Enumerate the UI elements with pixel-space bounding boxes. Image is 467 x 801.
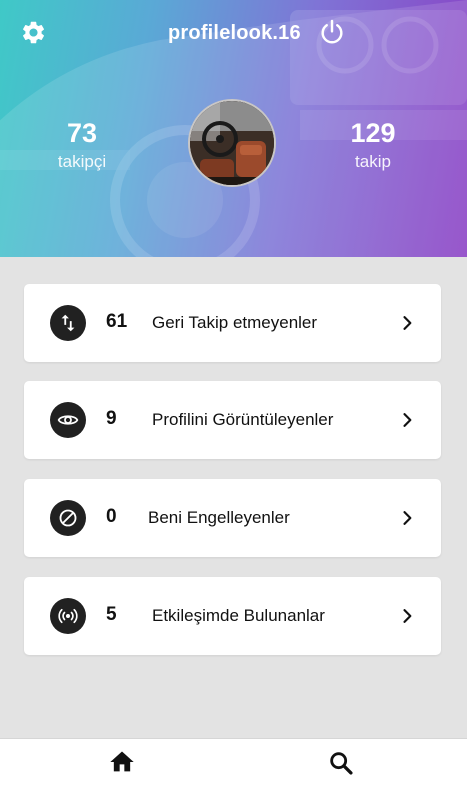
chevron-right-icon — [403, 511, 412, 525]
card-count: 61 — [106, 311, 128, 332]
badge — [50, 500, 86, 536]
card-count: 0 — [106, 506, 117, 527]
followers-count: 73 — [66, 118, 98, 148]
chevron-right-icon — [403, 413, 412, 427]
card-label: Geri Takip etmeyenler — [152, 313, 318, 332]
eye-icon — [57, 415, 79, 425]
username-title: profilelook.16 — [168, 22, 301, 44]
power-icon[interactable] — [318, 18, 346, 46]
avatar-image — [190, 101, 274, 185]
card-blocked-me[interactable]: 0 Beni Engelleyenler — [24, 479, 441, 557]
following-label: takip — [355, 152, 391, 171]
bottom-nav — [0, 738, 467, 801]
avatar[interactable] — [188, 99, 276, 187]
swap-vertical-icon — [61, 314, 75, 332]
broadcast-icon — [58, 608, 78, 624]
card-non-followers[interactable]: 61 Geri Takip etmeyenler — [24, 284, 441, 362]
card-count: 9 — [106, 408, 117, 429]
card-interactions[interactable]: 5 Etkileşimde Bulunanlar — [24, 577, 441, 655]
card-count: 5 — [106, 604, 117, 625]
badge — [50, 402, 86, 438]
badge — [50, 598, 86, 634]
chevron-right-icon — [403, 609, 412, 623]
following-stat[interactable]: 129 takip — [342, 118, 404, 173]
card-profile-viewers[interactable]: 9 Profilini Görüntüleyenler — [24, 381, 441, 459]
followers-stat[interactable]: 73 takipçi — [52, 118, 112, 173]
card-label: Etkileşimde Bulunanlar — [152, 606, 325, 625]
card-label: Profilini Görüntüleyenler — [152, 410, 334, 429]
search-icon[interactable] — [327, 749, 355, 777]
home-icon[interactable] — [108, 748, 136, 776]
card-label: Beni Engelleyenler — [148, 508, 290, 527]
gear-icon[interactable] — [20, 19, 47, 46]
badge — [50, 305, 86, 341]
followers-label: takipçi — [57, 152, 107, 171]
chevron-right-icon — [403, 316, 412, 330]
profile-header: profilelook.16 73 takipçi 129 takip — [0, 0, 467, 257]
following-count: 129 — [350, 118, 396, 148]
block-icon — [59, 509, 77, 527]
